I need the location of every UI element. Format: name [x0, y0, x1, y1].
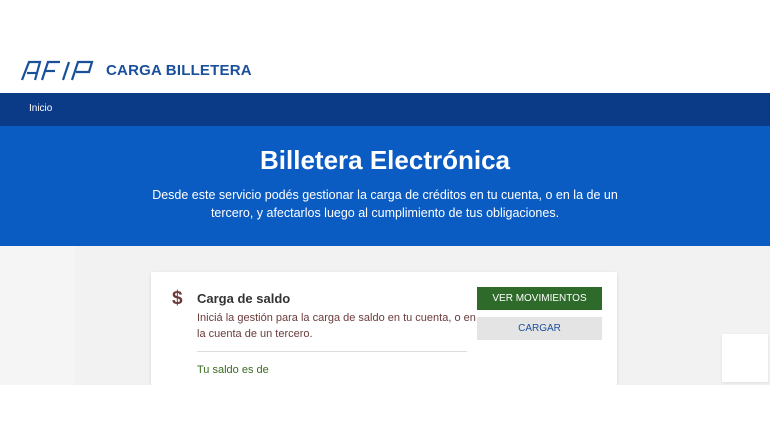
ver-movimientos-button[interactable]: VER MOVIMIENTOS	[477, 287, 602, 310]
dollar-icon: $	[172, 288, 183, 309]
balance-label: Tu saldo es de	[197, 364, 269, 376]
header: CARGA BILLETERA	[0, 0, 770, 93]
left-strip	[0, 246, 75, 385]
hero-banner: Billetera Electrónica Desde este servici…	[0, 126, 770, 246]
carga-saldo-card: $ Carga de saldo Iniciá la gestión para …	[151, 272, 617, 385]
navbar: Inicio	[0, 93, 770, 126]
page-description: Desde este servicio podés gestionar la c…	[152, 188, 618, 220]
card-description: Iniciá la gestión para la carga de saldo…	[197, 312, 476, 340]
card-title: Carga de saldo	[197, 291, 291, 306]
afip-logo[interactable]	[20, 60, 100, 82]
cargar-button[interactable]: CARGAR	[477, 317, 602, 340]
app-title: CARGA BILLETERA	[106, 62, 252, 79]
nav-link-inicio[interactable]: Inicio	[29, 103, 52, 114]
card-divider	[197, 351, 467, 352]
footer-blank	[0, 385, 770, 435]
floating-widget[interactable]	[722, 334, 768, 382]
page-title: Billetera Electrónica	[260, 145, 510, 175]
